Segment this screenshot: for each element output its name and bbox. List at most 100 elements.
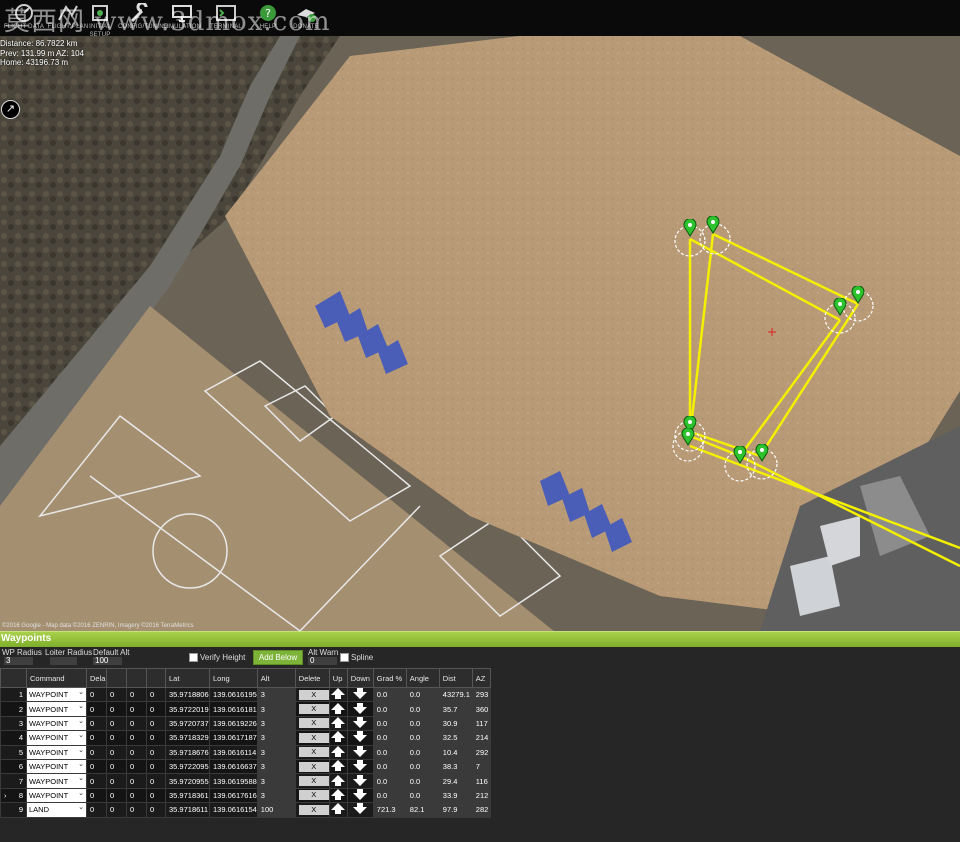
- param3-cell[interactable]: 0: [126, 686, 147, 703]
- move-up-button[interactable]: [328, 787, 348, 804]
- long-cell[interactable]: 139.0619226: [209, 715, 258, 732]
- long-cell[interactable]: 139.0617616: [209, 787, 258, 804]
- param1-cell[interactable]: 0: [86, 802, 107, 818]
- lat-cell[interactable]: 35.9718329: [165, 730, 210, 746]
- lat-cell[interactable]: 35.9718361: [165, 787, 210, 804]
- param4-cell[interactable]: 0: [146, 802, 166, 818]
- alt-cell[interactable]: 3: [256, 686, 296, 703]
- verify-height-checkbox[interactable]: [189, 653, 198, 662]
- param3-cell[interactable]: 0: [126, 715, 147, 732]
- waypoint-marker-2[interactable]: [706, 216, 720, 234]
- waypoint-marker-6[interactable]: [681, 428, 695, 446]
- col-header[interactable]: Grad %: [372, 668, 407, 688]
- param3-cell[interactable]: 0: [126, 758, 147, 775]
- alt-cell[interactable]: 3: [256, 730, 296, 746]
- row-number-cell[interactable]: 2: [0, 701, 27, 717]
- move-down-button[interactable]: [346, 758, 374, 775]
- col-header[interactable]: Long: [209, 668, 258, 688]
- waypoint-marker-4[interactable]: [851, 286, 865, 304]
- col-header[interactable]: [146, 668, 166, 688]
- table-row[interactable]: 6 WAYPOINT ⌄ 0 0 0 0 35.9722095 139.0616637 3 X 0.0…: [0, 758, 491, 775]
- long-cell[interactable]: 139.0619588: [209, 773, 258, 789]
- long-cell[interactable]: 139.0616181: [209, 701, 258, 717]
- col-header[interactable]: Lat: [165, 668, 210, 688]
- waypoint-marker-3[interactable]: [833, 298, 847, 316]
- move-up-button[interactable]: [328, 773, 348, 789]
- col-header[interactable]: Delete: [294, 668, 330, 688]
- move-up-button[interactable]: [328, 758, 348, 775]
- delete-button[interactable]: X: [298, 790, 329, 801]
- param1-cell[interactable]: 0: [86, 787, 107, 804]
- long-cell[interactable]: 139.0616154: [209, 802, 258, 818]
- delete-button[interactable]: X: [298, 747, 329, 758]
- col-header[interactable]: [0, 668, 27, 688]
- row-number-cell[interactable]: › 8: [0, 787, 27, 804]
- param4-cell[interactable]: 0: [146, 744, 166, 760]
- param3-cell[interactable]: 0: [126, 744, 147, 760]
- param2-cell[interactable]: 0: [106, 715, 127, 732]
- waypoint-marker-8[interactable]: [755, 444, 769, 462]
- move-down-button[interactable]: [346, 787, 374, 804]
- move-up-button[interactable]: [328, 730, 348, 746]
- param1-cell[interactable]: 0: [86, 730, 107, 746]
- simulation-tab[interactable]: SIMULATION: [160, 1, 204, 35]
- table-row[interactable]: 5 WAYPOINT ⌄ 0 0 0 0 35.9718676 139.0616114 3 X 0.0…: [0, 744, 491, 760]
- table-row[interactable]: 1 WAYPOINT ⌄ 0 0 0 0 35.9718806 139.0616195 3 X 0.0…: [0, 686, 491, 703]
- add-below-button[interactable]: Add Below: [253, 650, 303, 665]
- waypoint-marker-1[interactable]: [683, 219, 697, 237]
- loiter-radius-input[interactable]: 45: [50, 657, 77, 665]
- command-select[interactable]: WAYPOINT ⌄: [26, 773, 87, 789]
- row-number-cell[interactable]: 4: [0, 730, 27, 746]
- alt-cell[interactable]: 100: [256, 802, 296, 818]
- lat-cell[interactable]: 35.9720955: [165, 773, 210, 789]
- alt-cell[interactable]: 3: [256, 715, 296, 732]
- table-row[interactable]: 9 LAND ⌄ 0 0 0 0 35.9718611 139.0616154 100 X 721.3…: [0, 802, 491, 818]
- compass-icon[interactable]: ↗: [1, 100, 20, 119]
- param4-cell[interactable]: 0: [146, 686, 166, 703]
- wp-radius-input[interactable]: 3: [4, 657, 33, 665]
- command-select[interactable]: WAYPOINT ⌄: [26, 730, 87, 746]
- delete-button[interactable]: X: [298, 718, 329, 729]
- table-row[interactable]: 7 WAYPOINT ⌄ 0 0 0 0 35.9720955 139.0619588 3 X 0.0…: [0, 773, 491, 789]
- table-row[interactable]: 2 WAYPOINT ⌄ 0 0 0 0 35.9722019 139.0616181 3 X 0.0…: [0, 701, 491, 717]
- table-row[interactable]: 3 WAYPOINT ⌄ 0 0 0 0 35.9720737 139.0619226 3 X 0.0…: [0, 715, 491, 732]
- col-header[interactable]: Dela: [86, 668, 107, 688]
- long-cell[interactable]: 139.0617187: [209, 730, 258, 746]
- delete-button[interactable]: X: [298, 732, 329, 743]
- param4-cell[interactable]: 0: [146, 715, 166, 732]
- command-select[interactable]: WAYPOINT ⌄: [26, 715, 87, 732]
- param3-cell[interactable]: 0: [126, 701, 147, 717]
- command-select[interactable]: WAYPOINT ⌄: [26, 701, 87, 717]
- default-alt-input[interactable]: 100: [93, 657, 122, 665]
- lat-cell[interactable]: 35.9720737: [165, 715, 210, 732]
- alt-cell[interactable]: 3: [256, 787, 296, 804]
- move-up-button[interactable]: [328, 701, 348, 717]
- param3-cell[interactable]: 0: [126, 787, 147, 804]
- waypoint-marker-7[interactable]: [733, 446, 747, 464]
- delete-button[interactable]: X: [298, 804, 329, 815]
- param2-cell[interactable]: 0: [106, 758, 127, 775]
- delete-button[interactable]: X: [298, 689, 329, 700]
- param3-cell[interactable]: 0: [126, 802, 147, 818]
- col-header[interactable]: Dist: [438, 668, 473, 688]
- row-number-cell[interactable]: 6: [0, 758, 27, 775]
- col-header[interactable]: AZ: [471, 668, 491, 688]
- param2-cell[interactable]: 0: [106, 686, 127, 703]
- param1-cell[interactable]: 0: [86, 715, 107, 732]
- param4-cell[interactable]: 0: [146, 701, 166, 717]
- move-up-button[interactable]: [328, 744, 348, 760]
- long-cell[interactable]: 139.0616195: [209, 686, 258, 703]
- param2-cell[interactable]: 0: [106, 802, 127, 818]
- alt-cell[interactable]: 3: [256, 758, 296, 775]
- move-up-button[interactable]: [328, 686, 348, 703]
- param2-cell[interactable]: 0: [106, 773, 127, 789]
- alt-warn-input[interactable]: 0: [308, 657, 337, 665]
- spline-checkbox[interactable]: [340, 653, 349, 662]
- row-number-cell[interactable]: 7: [0, 773, 27, 789]
- param3-cell[interactable]: 0: [126, 773, 147, 789]
- lat-cell[interactable]: 35.9722019: [165, 701, 210, 717]
- param1-cell[interactable]: 0: [86, 773, 107, 789]
- param1-cell[interactable]: 0: [86, 744, 107, 760]
- move-up-button[interactable]: [328, 715, 348, 732]
- param4-cell[interactable]: 0: [146, 787, 166, 804]
